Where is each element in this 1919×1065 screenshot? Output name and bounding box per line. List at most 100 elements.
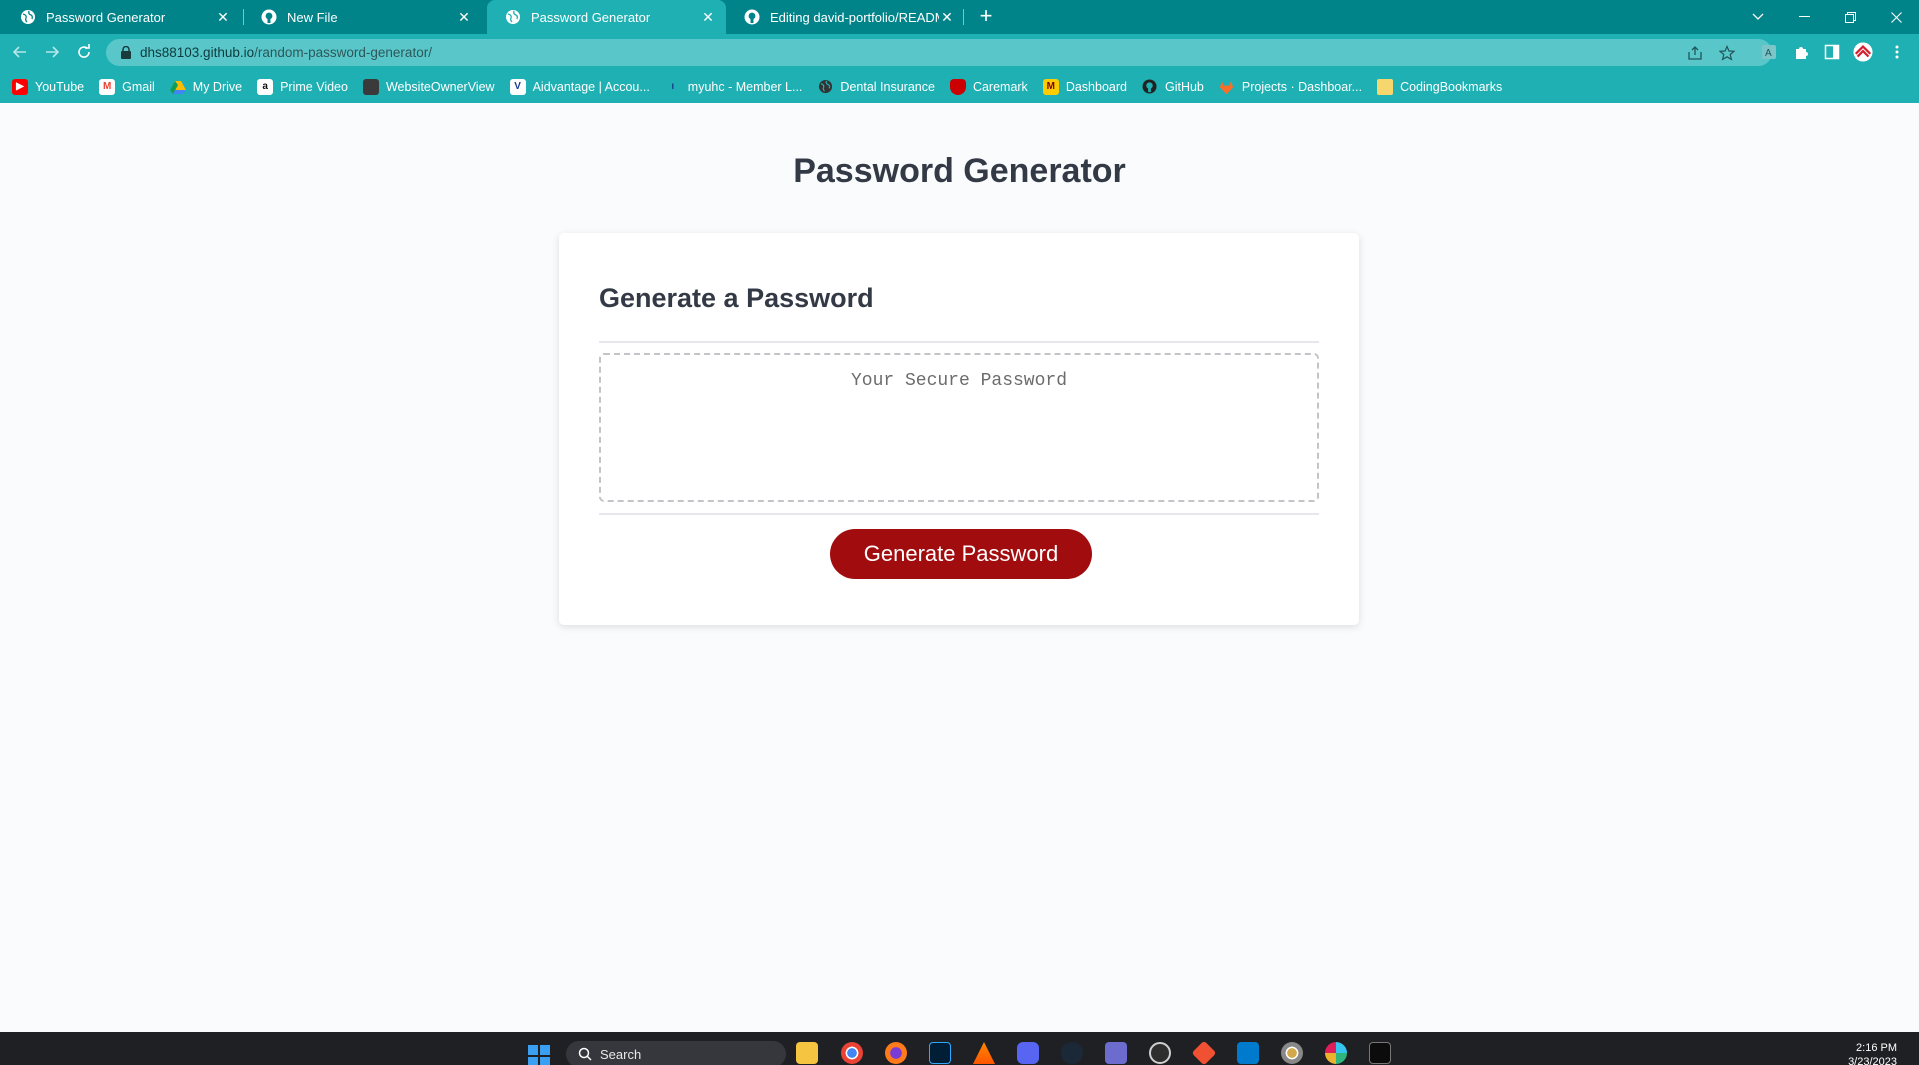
side-panel-icon[interactable] bbox=[1822, 42, 1842, 62]
bookmark-prime-video[interactable]: a Prime Video bbox=[257, 78, 348, 95]
bookmark-label: Aidvantage | Accou... bbox=[532, 79, 650, 94]
bookmark-label: WebsiteOwnerView bbox=[385, 79, 495, 94]
password-card: Generate a Password Generate Password bbox=[559, 233, 1359, 625]
tab-password-generator-1[interactable]: Password Generator ✕ bbox=[2, 0, 241, 34]
bookmark-label: Dashboard bbox=[1065, 79, 1127, 94]
windows-logo-icon bbox=[528, 1045, 538, 1055]
vscode-icon[interactable] bbox=[1237, 1042, 1259, 1064]
github-icon bbox=[261, 9, 277, 25]
aidvantage-icon: V bbox=[509, 78, 526, 95]
bookmarks-bar: ▶ YouTube M Gmail My Drive a Prime Video… bbox=[0, 70, 1919, 103]
generate-password-button[interactable]: Generate Password bbox=[830, 529, 1092, 579]
back-button[interactable] bbox=[8, 40, 32, 64]
reload-icon bbox=[78, 44, 90, 58]
amazon-icon: a bbox=[257, 78, 274, 95]
arrow-right-icon bbox=[46, 46, 60, 58]
password-output[interactable] bbox=[599, 353, 1319, 502]
page-title: Password Generator bbox=[793, 152, 1126, 190]
extension-icon[interactable]: A bbox=[1759, 42, 1779, 62]
taskbar-search[interactable]: Search bbox=[566, 1041, 786, 1065]
tab-password-generator-active[interactable]: Password Generator ✕ bbox=[487, 0, 726, 34]
terminal-icon[interactable] bbox=[1369, 1042, 1391, 1064]
start-button[interactable] bbox=[528, 1045, 550, 1065]
taskbar: Search 2:16 PM 3/23/2023 bbox=[0, 1032, 1919, 1065]
bookmark-websiteownerview[interactable]: WebsiteOwnerView bbox=[362, 78, 495, 95]
lock-icon bbox=[121, 46, 131, 59]
bookmark-label: Projects · Dashboar... bbox=[1241, 79, 1363, 94]
tab-strip: Password Generator ✕ New File ✕ Password… bbox=[0, 0, 1919, 34]
close-icon bbox=[1890, 11, 1902, 23]
bookmark-projects-dashboard[interactable]: Projects · Dashboar... bbox=[1219, 79, 1362, 95]
restore-icon bbox=[1844, 11, 1856, 23]
tab-search-button[interactable] bbox=[1735, 0, 1781, 34]
slack-icon[interactable] bbox=[1325, 1042, 1347, 1064]
youtube-icon: ▶ bbox=[12, 78, 28, 95]
bookmark-my-drive[interactable]: My Drive bbox=[169, 79, 242, 95]
url-domain: dhs88103.github.io bbox=[140, 45, 255, 60]
close-icon[interactable]: ✕ bbox=[215, 9, 231, 25]
minimize-button[interactable] bbox=[1781, 0, 1827, 34]
search-icon bbox=[578, 1047, 592, 1061]
svg-text:A: A bbox=[1765, 48, 1772, 59]
chrome-icon[interactable] bbox=[841, 1042, 863, 1064]
bookmark-label: Prime Video bbox=[280, 79, 348, 94]
close-icon[interactable]: ✕ bbox=[700, 9, 716, 25]
address-bar[interactable]: dhs88103.github.io/random-password-gener… bbox=[106, 39, 1772, 66]
github-icon bbox=[1142, 79, 1158, 95]
firefox-icon[interactable] bbox=[885, 1042, 907, 1064]
caremark-icon bbox=[949, 78, 966, 95]
close-icon[interactable]: ✕ bbox=[939, 9, 955, 25]
chevron-down-icon bbox=[1752, 13, 1764, 20]
bookmark-youtube[interactable]: ▶ YouTube bbox=[12, 78, 84, 95]
gmail-icon: M bbox=[99, 78, 116, 95]
system-clock[interactable]: 2:16 PM 3/23/2023 bbox=[1848, 1041, 1897, 1065]
close-icon[interactable]: ✕ bbox=[456, 9, 472, 25]
tab-title: Password Generator bbox=[46, 9, 166, 25]
bookmark-label: Caremark bbox=[972, 79, 1028, 94]
git-icon[interactable] bbox=[1191, 1040, 1217, 1065]
bookmark-dental-insurance[interactable]: Dental Insurance bbox=[817, 79, 935, 95]
arrow-left-icon bbox=[12, 46, 26, 58]
restore-button[interactable] bbox=[1827, 0, 1873, 34]
reload-button[interactable] bbox=[72, 40, 96, 64]
file-explorer-icon[interactable] bbox=[796, 1042, 818, 1064]
globe-icon bbox=[21, 10, 35, 24]
bookmark-label: GitHub bbox=[1164, 79, 1204, 94]
tab-editing-readme[interactable]: Editing david-portfolio/README.md ✕ bbox=[726, 0, 965, 34]
folder-icon bbox=[1377, 78, 1394, 95]
bookmark-caremark[interactable]: Caremark bbox=[949, 78, 1028, 95]
chrome-dev-icon[interactable] bbox=[1281, 1042, 1303, 1064]
profile-avatar-icon[interactable] bbox=[1853, 42, 1873, 62]
discord-icon[interactable] bbox=[1017, 1042, 1039, 1064]
bookmark-star-icon[interactable] bbox=[1718, 44, 1736, 62]
box-icon bbox=[362, 78, 379, 95]
forward-button[interactable] bbox=[40, 40, 64, 64]
tab-title: Password Generator bbox=[531, 9, 651, 25]
github-icon bbox=[744, 9, 760, 25]
new-tab-button[interactable]: + bbox=[974, 5, 998, 29]
bookmark-myuhc[interactable]: ı myuhc - Member L... bbox=[665, 79, 802, 95]
vlc-icon[interactable] bbox=[973, 1042, 995, 1064]
url-path: /random-password-generator/ bbox=[254, 45, 432, 60]
bookmark-gmail[interactable]: M Gmail bbox=[99, 78, 155, 95]
steam-icon[interactable] bbox=[1061, 1042, 1083, 1064]
tab-title: Editing david-portfolio/README.md bbox=[770, 9, 939, 25]
tab-new-file[interactable]: New File ✕ bbox=[243, 0, 482, 34]
tab-divider bbox=[963, 9, 964, 25]
close-window-button[interactable] bbox=[1873, 0, 1919, 34]
obs-icon[interactable] bbox=[1149, 1042, 1171, 1064]
clock-date: 3/23/2023 bbox=[1848, 1056, 1897, 1065]
drive-icon bbox=[169, 79, 186, 95]
extensions-puzzle-icon[interactable] bbox=[1791, 42, 1811, 62]
menu-kebab-icon[interactable] bbox=[1887, 42, 1907, 62]
bookmark-dashboard[interactable]: M Dashboard bbox=[1042, 78, 1127, 95]
bookmark-aidvantage[interactable]: V Aidvantage | Accou... bbox=[509, 78, 650, 95]
share-icon[interactable] bbox=[1686, 44, 1704, 62]
photoshop-icon[interactable] bbox=[929, 1042, 951, 1064]
browser-toolbar: dhs88103.github.io/random-password-gener… bbox=[0, 34, 1919, 70]
bookmark-github[interactable]: GitHub bbox=[1142, 79, 1204, 95]
visual-studio-icon[interactable] bbox=[1105, 1042, 1127, 1064]
gitlab-icon bbox=[1219, 79, 1235, 95]
bookmark-coding-bookmarks[interactable]: CodingBookmarks bbox=[1377, 78, 1502, 95]
clock-time: 2:16 PM bbox=[1856, 1042, 1897, 1054]
